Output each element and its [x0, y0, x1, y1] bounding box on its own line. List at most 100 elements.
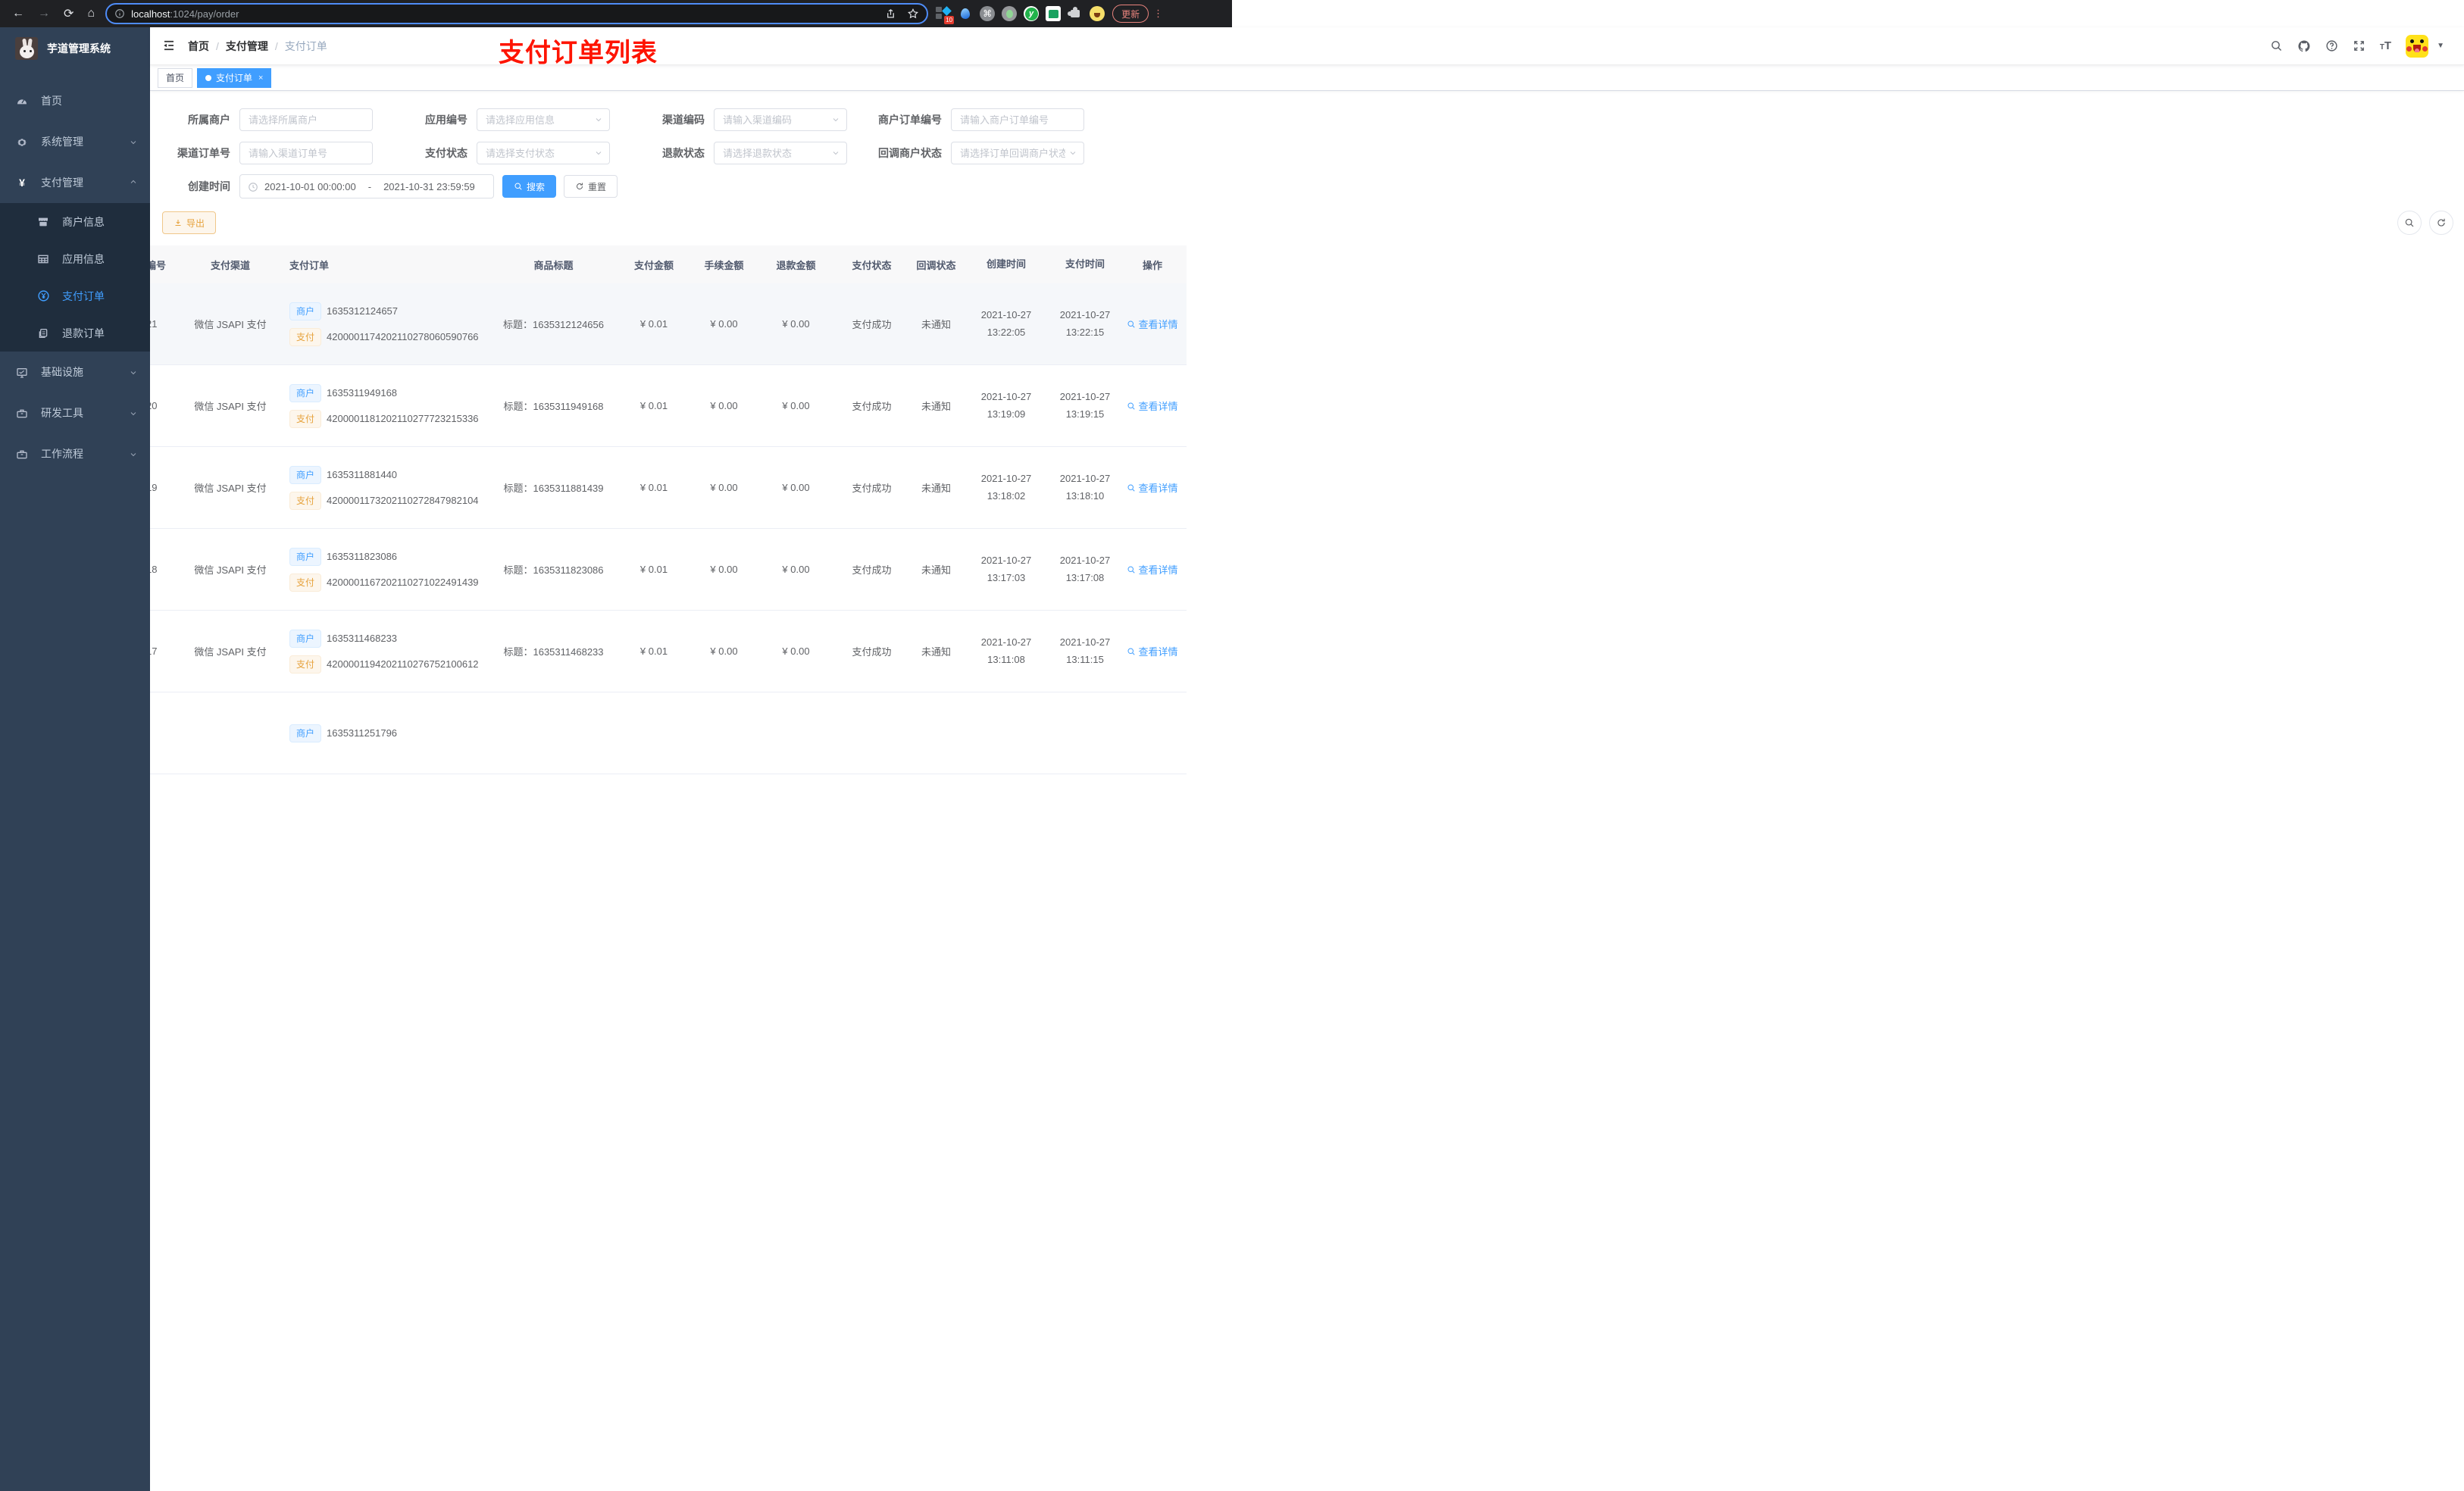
refund-status-select[interactable] [714, 142, 846, 164]
view-detail-link[interactable]: 查看详情 [1127, 644, 1178, 658]
merchant-tag: 商户 [289, 465, 322, 484]
sidebar-item-merchant-info[interactable]: 商户信息 [0, 203, 150, 240]
merchant-order-no-input[interactable] [952, 109, 1083, 130]
share-icon[interactable] [885, 8, 896, 20]
search-icon [1127, 483, 1136, 492]
sidebar-item-app-info[interactable]: 应用信息 [0, 240, 150, 277]
dashboard-icon [15, 94, 29, 107]
filter-app-id: 应用编号 [387, 108, 619, 131]
extension-icon-2[interactable] [958, 6, 973, 21]
sidebar-item-refund-order[interactable]: 退款订单 [0, 314, 150, 352]
yen-circle-icon [36, 289, 50, 303]
table-row: 21 微信 JSAPI 支付 商户1635312124657 支付4200001… [150, 283, 1187, 365]
merchant-input[interactable] [240, 109, 372, 130]
fullscreen-icon[interactable] [2353, 39, 2366, 52]
search-icon [1127, 402, 1136, 411]
search-button[interactable]: 搜索 [502, 175, 557, 198]
merchant-tag: 商户 [289, 724, 322, 742]
tab-home[interactable]: 首页 [158, 67, 193, 88]
close-icon[interactable]: × [258, 73, 263, 83]
filter-channel-code: 渠道编码 [624, 108, 856, 131]
address-bar[interactable]: localhost:1024/pay/order [105, 3, 929, 24]
breadcrumb-home[interactable]: 首页 [188, 39, 209, 54]
sidebar-fold-icon[interactable] [162, 39, 176, 52]
tab-pay-order[interactable]: 支付订单 × [197, 67, 272, 88]
extension-icon-1[interactable]: 10 [936, 6, 955, 24]
avatar[interactable] [2406, 34, 2429, 58]
pay-tag: 支付 [289, 655, 322, 674]
view-detail-link[interactable]: 查看详情 [1127, 399, 1178, 413]
channel-code-select[interactable] [714, 109, 846, 130]
search-icon [2404, 217, 2415, 228]
extension-icon-4[interactable] [1002, 6, 1018, 21]
notify-status-select[interactable] [952, 142, 1083, 164]
merchant-tag: 商户 [289, 547, 322, 566]
browser-update-button[interactable]: 更新 [1112, 5, 1149, 23]
browser-home-icon[interactable]: ⌂ [87, 7, 95, 20]
table-row: 20 微信 JSAPI 支付 商户1635311949168 支付4200001… [150, 365, 1187, 447]
site-info-icon[interactable] [114, 8, 125, 19]
header-search-icon[interactable] [2270, 39, 2283, 52]
app-id-select[interactable] [477, 109, 609, 130]
navbar: 首页 / 支付管理 / 支付订单 TT ▼ [150, 27, 2464, 65]
date-range-input[interactable]: 2021-10-01 00:00:00 - 2021-10-31 23:59:5… [239, 174, 494, 198]
extension-emoji-icon[interactable] [1090, 6, 1105, 21]
export-button[interactable]: 导出 [162, 211, 217, 234]
briefcase-icon [15, 447, 29, 460]
extension-puzzle-icon[interactable] [1068, 6, 1083, 21]
table-row-partial: 商户 1635311251796 [150, 692, 1187, 774]
view-detail-link[interactable]: 查看详情 [1127, 480, 1178, 495]
help-icon[interactable] [2325, 39, 2338, 52]
view-detail-link[interactable]: 查看详情 [1127, 562, 1178, 577]
date-end-value: 2021-10-31 23:59:59 [383, 180, 475, 192]
github-icon[interactable] [2297, 39, 2311, 53]
chevron-down-icon [129, 366, 138, 378]
chevron-down-icon [831, 113, 840, 127]
sidebar-item-system[interactable]: 系统管理 [0, 121, 150, 162]
chevron-down-icon [129, 136, 138, 148]
table-header: 编号 支付渠道 支付订单 商品标题 支付金额 手续金额 退款金额 支付状态 回调… [150, 245, 1187, 283]
font-size-icon[interactable]: TT [2380, 39, 2391, 52]
extension-badge: 10 [944, 16, 955, 24]
table-row: 17 微信 JSAPI 支付 商户1635311468233 支付4200001… [150, 611, 1187, 692]
browser-forward-icon[interactable]: → [38, 7, 50, 20]
browser-back-icon[interactable]: ← [12, 7, 24, 20]
toggle-search-button[interactable] [2397, 211, 2422, 235]
sidebar-item-infrastructure[interactable]: 基础设施 [0, 352, 150, 392]
app-title: 芋道管理系统 [47, 42, 111, 55]
sidebar-item-pay-order[interactable]: 支付订单 [0, 277, 150, 314]
view-detail-link[interactable]: 查看详情 [1127, 317, 1178, 331]
browser-menu-icon[interactable]: ⋮ [1153, 8, 1163, 20]
filter-notify-status: 回调商户状态 [861, 142, 1093, 164]
extension-icon-5[interactable]: y [1024, 6, 1040, 21]
avatar-caret-icon[interactable]: ▼ [2437, 42, 2444, 50]
app-logo[interactable]: 芋道管理系统 [0, 27, 150, 70]
extension-icon-3[interactable]: ⌘ [980, 6, 996, 21]
pay-tag: 支付 [289, 327, 322, 346]
reset-button[interactable]: 重置 [564, 175, 618, 198]
pay-status-select[interactable] [477, 142, 609, 164]
filter-merchant-order-no: 商户订单编号 [861, 108, 1093, 131]
sidebar-item-workflow[interactable]: 工作流程 [0, 433, 150, 474]
browser-reload-icon[interactable]: ⟳ [64, 6, 73, 21]
merchant-tag: 商户 [289, 629, 322, 648]
chevron-down-icon [831, 146, 840, 160]
bookmark-star-icon[interactable] [907, 8, 919, 20]
breadcrumb-payment[interactable]: 支付管理 [226, 39, 268, 54]
document-icon [36, 327, 50, 339]
chevron-down-icon [1068, 146, 1077, 160]
annotation-page-title: 支付订单列表 [499, 39, 658, 67]
sidebar-item-home[interactable]: 首页 [0, 80, 150, 121]
grid-icon [36, 252, 50, 265]
extension-icon-6[interactable] [1046, 6, 1062, 21]
sidebar-item-payment[interactable]: ¥ 支付管理 [0, 162, 150, 203]
sidebar-item-dev-tools[interactable]: 研发工具 [0, 392, 150, 433]
search-icon [1127, 565, 1136, 574]
refresh-button[interactable] [2429, 211, 2453, 235]
merchant-tag: 商户 [289, 383, 322, 402]
logo-image [15, 37, 38, 60]
browser-chrome: ← → ⟳ ⌂ localhost:1024/pay/order 10 ⌘ y … [0, 0, 1232, 27]
search-icon [1127, 647, 1136, 656]
search-icon [1127, 320, 1136, 329]
channel-order-no-input[interactable] [240, 142, 372, 164]
